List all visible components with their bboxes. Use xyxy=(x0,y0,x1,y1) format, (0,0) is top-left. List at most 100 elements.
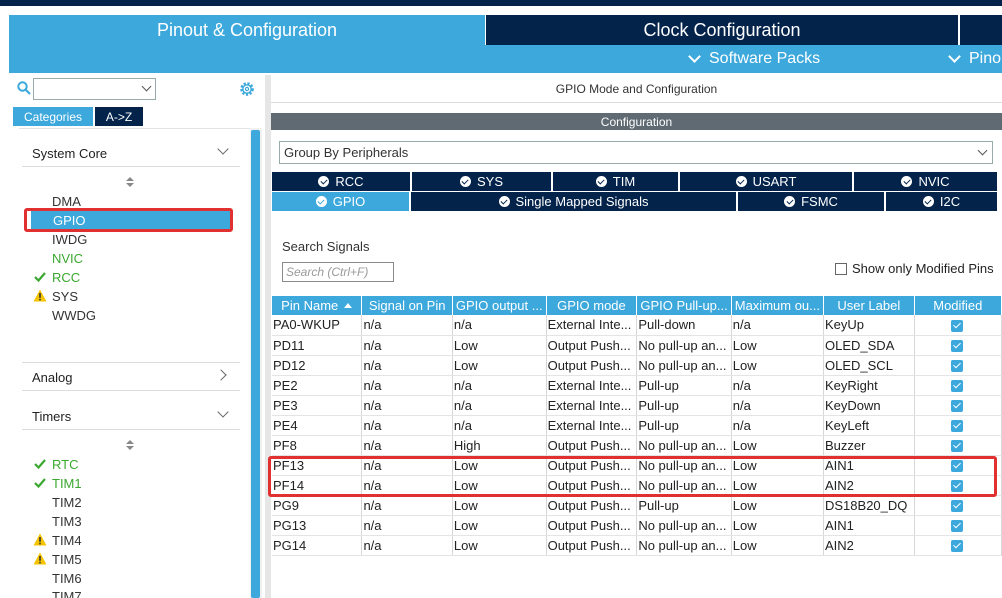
modified-checkbox[interactable] xyxy=(951,520,964,533)
table-cell[interactable]: PG14 xyxy=(272,535,363,556)
table-cell[interactable]: Buzzer xyxy=(823,435,915,456)
modified-checkbox[interactable] xyxy=(951,360,964,373)
tab-sys[interactable]: SYS xyxy=(412,172,551,191)
modified-checkbox[interactable] xyxy=(951,400,964,413)
table-cell[interactable]: KeyUp xyxy=(823,315,915,336)
column-header-pin-name[interactable]: Pin Name xyxy=(272,296,363,315)
list-item-rcc[interactable]: RCC xyxy=(52,270,80,285)
modified-cell[interactable] xyxy=(914,335,1002,356)
tab-a-z[interactable]: A->Z xyxy=(95,107,143,126)
table-cell[interactable]: No pull-up an... xyxy=(636,435,732,456)
modified-checkbox[interactable] xyxy=(951,540,964,553)
checkbox-box[interactable] xyxy=(835,262,847,275)
group-analog[interactable]: Analog xyxy=(32,370,72,385)
table-cell[interactable]: n/a xyxy=(361,335,453,356)
table-cell[interactable]: Output Push... xyxy=(546,355,638,376)
column-header-gpio-mode[interactable]: GPIO mode xyxy=(546,296,638,315)
table-cell[interactable]: Low xyxy=(731,335,825,356)
search-signals-input[interactable] xyxy=(282,262,394,282)
table-cell[interactable]: n/a xyxy=(731,395,825,416)
list-item-tim6[interactable]: TIM6 xyxy=(52,571,82,586)
list-item-tim4[interactable]: TIM4 xyxy=(52,533,82,548)
sort-arrows-icon[interactable] xyxy=(126,177,134,187)
modified-checkbox[interactable] xyxy=(951,380,964,393)
tab-nvic[interactable]: NVIC xyxy=(854,172,997,191)
table-cell[interactable]: No pull-up an... xyxy=(636,535,732,556)
table-cell[interactable]: n/a xyxy=(361,495,453,516)
table-row[interactable]: PE3 n/a n/a External Inte... Pull-up n/a KeyDo… xyxy=(272,395,1002,416)
table-cell[interactable]: Low xyxy=(452,355,547,376)
table-cell[interactable]: Low xyxy=(452,535,547,556)
list-item-rtc[interactable]: RTC xyxy=(52,457,78,472)
table-cell[interactable]: Low xyxy=(731,535,825,556)
table-cell[interactable]: High xyxy=(452,435,547,456)
table-row[interactable]: PA0-WKUP n/a n/a External Inte... Pull-down n… xyxy=(272,315,1002,336)
tab-fsmc[interactable]: FSMC xyxy=(738,192,884,211)
table-row[interactable]: PD11 n/a Low Output Push... No pull-up an...… xyxy=(272,335,1002,356)
table-cell[interactable]: PF8 xyxy=(272,435,363,456)
list-item-tim1[interactable]: TIM1 xyxy=(52,476,82,491)
table-cell[interactable]: Output Push... xyxy=(546,535,638,556)
table-cell[interactable]: OLED_SCL xyxy=(823,355,915,376)
table-cell[interactable]: n/a xyxy=(361,395,453,416)
modified-cell[interactable] xyxy=(914,375,1002,396)
modified-checkbox[interactable] xyxy=(951,319,964,332)
modified-cell[interactable] xyxy=(914,415,1002,436)
table-cell[interactable]: n/a xyxy=(731,315,825,336)
table-cell[interactable]: Output Push... xyxy=(546,495,638,516)
table-row[interactable]: PE4 n/a n/a External Inte... Pull-up n/a KeyLe… xyxy=(272,415,1002,436)
gear-icon[interactable] xyxy=(238,80,256,98)
table-cell[interactable]: PE3 xyxy=(272,395,363,416)
table-cell[interactable]: Pull-up xyxy=(636,415,732,436)
list-item-tim3[interactable]: TIM3 xyxy=(52,514,82,529)
table-cell[interactable]: PE4 xyxy=(272,415,363,436)
table-cell[interactable]: PD12 xyxy=(272,355,363,376)
table-cell[interactable]: n/a xyxy=(361,315,453,336)
table-cell[interactable]: n/a xyxy=(361,515,453,536)
table-cell[interactable]: n/a xyxy=(452,315,547,336)
table-cell[interactable]: n/a xyxy=(731,415,825,436)
table-cell[interactable]: n/a xyxy=(452,415,547,436)
list-item-nvic[interactable]: NVIC xyxy=(52,251,83,266)
tab-i2c[interactable]: I2C xyxy=(886,192,997,211)
table-cell[interactable]: KeyDown xyxy=(823,395,915,416)
table-cell[interactable]: Low xyxy=(731,495,825,516)
table-cell[interactable]: n/a xyxy=(361,355,453,376)
table-cell[interactable]: Low xyxy=(731,355,825,376)
list-item-dma[interactable]: DMA xyxy=(52,194,81,209)
table-cell[interactable]: No pull-up an... xyxy=(636,515,732,536)
modified-cell[interactable] xyxy=(914,315,1002,336)
table-row[interactable]: PG14 n/a Low Output Push... No pull-up an...… xyxy=(272,535,1002,556)
table-cell[interactable]: PE2 xyxy=(272,375,363,396)
list-item-tim5[interactable]: TIM5 xyxy=(52,552,82,567)
tab-extra[interactable] xyxy=(960,15,1002,45)
tab-clock-configuration[interactable]: Clock Configuration xyxy=(486,15,958,45)
table-cell[interactable]: Pull-up xyxy=(636,395,732,416)
list-item-wwdg[interactable]: WWDG xyxy=(52,308,96,323)
table-row[interactable]: PE2 n/a n/a External Inte... Pull-up n/a KeyRi… xyxy=(272,375,1002,396)
tab-gpio[interactable]: GPIO xyxy=(272,192,409,211)
show-modified-checkbox[interactable]: Show only Modified Pins xyxy=(835,261,994,276)
table-cell[interactable]: DS18B20_DQ xyxy=(823,495,915,516)
column-header-pull-up[interactable]: GPIO Pull-up... xyxy=(636,296,732,315)
table-cell[interactable]: External Inte... xyxy=(546,395,638,416)
column-header-max-output[interactable]: Maximum ou... xyxy=(731,296,825,315)
category-search-select[interactable] xyxy=(33,78,156,100)
modified-cell[interactable] xyxy=(914,495,1002,516)
modified-checkbox[interactable] xyxy=(951,340,964,353)
table-cell[interactable]: Low xyxy=(452,495,547,516)
table-cell[interactable]: OLED_SDA xyxy=(823,335,915,356)
table-cell[interactable]: Output Push... xyxy=(546,515,638,536)
modified-cell[interactable] xyxy=(914,355,1002,376)
table-cell[interactable]: n/a xyxy=(361,435,453,456)
modified-cell[interactable] xyxy=(914,535,1002,556)
table-cell[interactable]: n/a xyxy=(452,375,547,396)
tab-pinout-configuration[interactable]: Pinout & Configuration xyxy=(9,15,485,45)
table-cell[interactable]: AIN1 xyxy=(823,515,915,536)
column-header-signal[interactable]: Signal on Pin xyxy=(361,296,453,315)
pinout-menu[interactable]: Pino xyxy=(948,45,1001,73)
table-cell[interactable]: Pull-down xyxy=(636,315,732,336)
table-row[interactable]: PG13 n/a Low Output Push... No pull-up an...… xyxy=(272,515,1002,536)
search-icon[interactable] xyxy=(17,81,31,95)
table-cell[interactable]: External Inte... xyxy=(546,315,638,336)
